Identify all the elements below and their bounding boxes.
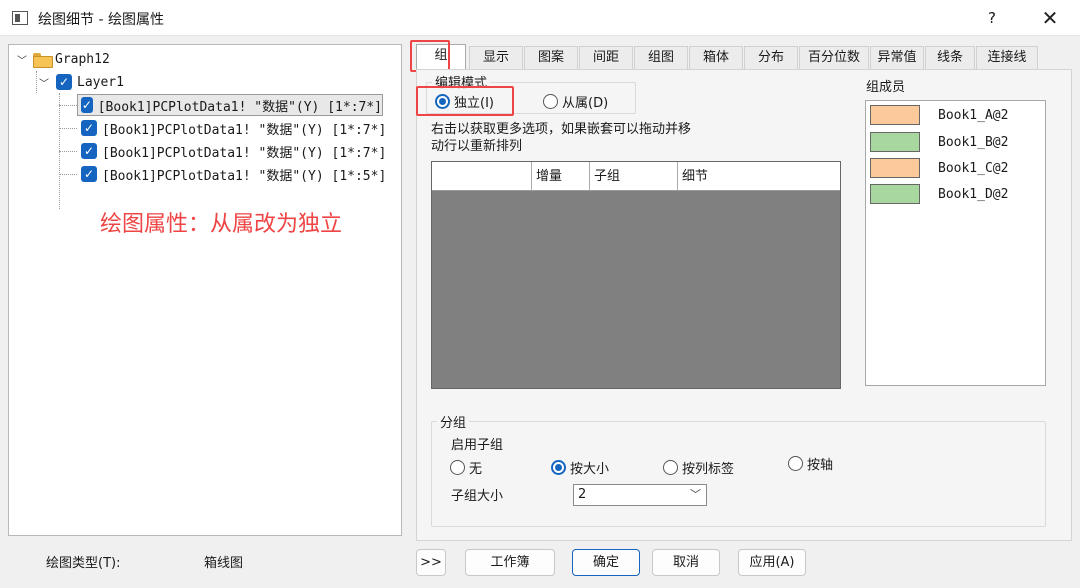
close-button[interactable]: ✕ bbox=[1036, 5, 1064, 31]
radio-subgroup-by-column-label[interactable]: 按列标签 bbox=[663, 458, 734, 477]
color-swatch bbox=[870, 105, 920, 125]
radio-dependent[interactable]: 从属(D) bbox=[543, 92, 608, 111]
radio-unselected-icon[interactable] bbox=[450, 460, 465, 475]
tree-node-label: [Book1]PCPlotData1! "数据"(Y) [1*:5*] bbox=[102, 168, 387, 184]
tree-node-label: Layer1 bbox=[77, 74, 124, 90]
apply-button[interactable]: 应用(A) bbox=[738, 549, 806, 576]
grouping-legend: 分组 bbox=[437, 412, 470, 431]
grid-header: 增量 子组 细节 bbox=[432, 162, 840, 191]
tab-spacing[interactable]: 间距 bbox=[579, 46, 633, 70]
tree-node-label: [Book1]PCPlotData1! "数据"(Y) [1*:7*] bbox=[97, 99, 382, 115]
member-item[interactable]: Book1_A@2 bbox=[870, 104, 1042, 126]
checkbox-checked-icon[interactable]: ✓ bbox=[81, 97, 93, 113]
tab-group-plot[interactable]: 组图 bbox=[634, 46, 688, 70]
tree-node-label: Graph12 bbox=[55, 51, 110, 67]
tab-connect-line[interactable]: 连接线 bbox=[976, 46, 1038, 70]
workbook-button[interactable]: 工作簿 bbox=[465, 549, 555, 576]
member-item[interactable]: Book1_B@2 bbox=[870, 131, 1042, 153]
grid-header-cell[interactable]: 增量 bbox=[532, 162, 590, 191]
folder-icon bbox=[33, 52, 53, 68]
cancel-button[interactable]: 取消 bbox=[652, 549, 720, 576]
tree-node-graph[interactable]: ﹀ Graph12 bbox=[15, 48, 110, 70]
radio-unselected-icon[interactable] bbox=[543, 94, 558, 109]
radio-subgroup-by-size[interactable]: 按大小 bbox=[551, 458, 609, 477]
tab-box[interactable]: 箱体 bbox=[689, 46, 743, 70]
subgroup-size-label: 子组大小 bbox=[451, 489, 504, 504]
members-list[interactable]: Book1_A@2 Book1_B@2 Book1_C@2 Book1_D@2 bbox=[865, 100, 1046, 386]
tab-distribution[interactable]: 分布 bbox=[744, 46, 798, 70]
radio-unselected-icon[interactable] bbox=[788, 456, 803, 471]
app-icon bbox=[12, 11, 28, 25]
checkbox-checked-icon[interactable]: ✓ bbox=[81, 143, 97, 159]
grid-header-cell[interactable] bbox=[432, 162, 532, 191]
hint-text: 右击以获取更多选项，如果嵌套可以拖动并移动行以重新排列 bbox=[431, 122, 692, 154]
annotation-text: 绘图属性：从属改为独立 bbox=[100, 212, 343, 237]
group-grid[interactable]: 增量 子组 细节 bbox=[431, 161, 841, 389]
plot-tree-panel: ﹀ Graph12 ﹀ ✓ Layer1 ✓ [Book1]PCPlotData… bbox=[8, 44, 402, 536]
tree-node-plot[interactable]: ✓ [Book1]PCPlotData1! "数据"(Y) [1*:7*] bbox=[77, 117, 386, 139]
tab-pattern[interactable]: 图案 bbox=[524, 46, 578, 70]
chevron-down-icon[interactable]: ﹀ bbox=[37, 75, 51, 90]
highlight-box bbox=[416, 86, 514, 116]
plot-type-value: 箱线图 bbox=[204, 556, 244, 571]
window-title: 绘图细节 - 绘图属性 bbox=[38, 12, 164, 28]
tree-node-plot[interactable]: ✓ [Book1]PCPlotData1! "数据"(Y) [1*:7*] bbox=[77, 140, 386, 162]
tree-node-plot[interactable]: ✓ [Book1]PCPlotData1! "数据"(Y) [1*:5*] bbox=[77, 163, 386, 185]
title-bar: 绘图细节 - 绘图属性 ? ✕ bbox=[0, 0, 1080, 36]
plot-type-label: 绘图类型(T): bbox=[46, 556, 121, 571]
expand-button[interactable]: >> bbox=[416, 549, 446, 576]
checkbox-checked-icon[interactable]: ✓ bbox=[81, 120, 97, 136]
grid-header-cell[interactable]: 细节 bbox=[678, 162, 840, 191]
tab-display[interactable]: 显示 bbox=[469, 46, 523, 70]
radio-selected-icon[interactable] bbox=[551, 460, 566, 475]
member-item[interactable]: Book1_D@2 bbox=[870, 183, 1042, 205]
checkbox-checked-icon[interactable]: ✓ bbox=[56, 74, 72, 90]
radio-subgroup-by-axis[interactable]: 按轴 bbox=[788, 454, 833, 473]
ok-button[interactable]: 确定 bbox=[572, 549, 640, 576]
grouping-group bbox=[431, 421, 1046, 527]
enable-subgroup-label: 启用子组 bbox=[451, 438, 504, 453]
color-swatch bbox=[870, 184, 920, 204]
grid-header-cell[interactable]: 子组 bbox=[590, 162, 678, 191]
color-swatch bbox=[870, 158, 920, 178]
radio-subgroup-none[interactable]: 无 bbox=[450, 458, 482, 477]
color-swatch bbox=[870, 132, 920, 152]
tree-node-label: [Book1]PCPlotData1! "数据"(Y) [1*:7*] bbox=[102, 122, 387, 138]
help-button[interactable]: ? bbox=[980, 7, 1004, 29]
tab-outlier[interactable]: 异常值 bbox=[870, 46, 924, 70]
tab-line[interactable]: 线条 bbox=[925, 46, 975, 70]
checkbox-checked-icon[interactable]: ✓ bbox=[81, 166, 97, 182]
tree-node-label: [Book1]PCPlotData1! "数据"(Y) [1*:7*] bbox=[102, 145, 387, 161]
members-label: 组成员 bbox=[866, 80, 906, 95]
chevron-down-icon[interactable]: ﹀ bbox=[690, 485, 701, 505]
radio-unselected-icon[interactable] bbox=[663, 460, 678, 475]
tab-percentile[interactable]: 百分位数 bbox=[799, 46, 869, 70]
subgroup-size-select[interactable]: 2 ﹀ bbox=[573, 484, 707, 506]
tree-node-plot[interactable]: ✓ [Book1]PCPlotData1! "数据"(Y) [1*:7*] bbox=[77, 94, 383, 116]
chevron-down-icon[interactable]: ﹀ bbox=[15, 52, 29, 67]
highlight-box bbox=[410, 40, 450, 72]
tree-node-layer[interactable]: ﹀ ✓ Layer1 bbox=[37, 71, 124, 93]
member-item[interactable]: Book1_C@2 bbox=[870, 157, 1042, 179]
